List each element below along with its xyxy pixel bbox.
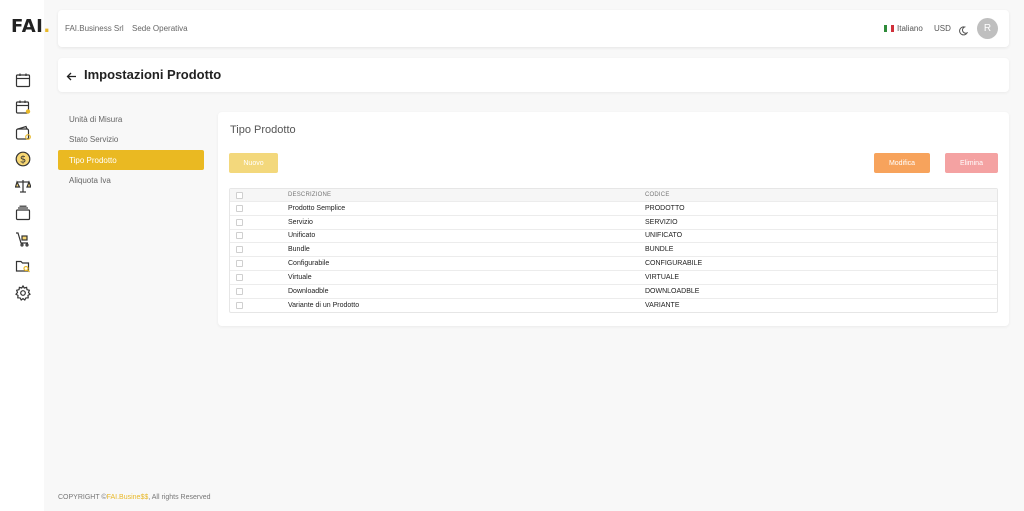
product-type-card: Tipo Prodotto Nuovo Modifica Elimina DES… xyxy=(218,112,1009,326)
language-selector[interactable]: Italiano xyxy=(884,24,923,33)
site-name[interactable]: Sede Operativa xyxy=(132,24,188,33)
table-row[interactable]: Bundle BUNDLE xyxy=(230,243,997,258)
cell-codice: SERVIZIO xyxy=(645,218,678,226)
settings-submenu: Unità di Misura Stato Servizio Tipo Prod… xyxy=(58,109,204,191)
moon-icon[interactable] xyxy=(958,23,969,36)
settings-icon[interactable] xyxy=(15,285,31,301)
product-type-table: DESCRIZIONE CODICE Prodotto Semplice PRO… xyxy=(229,188,998,314)
cell-codice: UNIFICATO xyxy=(645,232,683,240)
cell-codice: VARIANTE xyxy=(645,301,680,309)
cart-icon[interactable] xyxy=(15,231,31,247)
svg-text:$: $ xyxy=(20,155,26,166)
column-header-descrizione[interactable]: DESCRIZIONE xyxy=(288,192,645,198)
cell-descrizione: Downloadble xyxy=(288,287,329,295)
avatar[interactable]: R xyxy=(977,18,998,39)
cell-codice: VIRTUALE xyxy=(645,273,680,281)
scale-icon[interactable] xyxy=(15,178,31,194)
cell-descrizione: Variante di un Prodotto xyxy=(288,301,360,309)
sidebar-rail: FAI. $ xyxy=(0,0,50,511)
table-row[interactable]: Variante di un Prodotto VARIANTE xyxy=(230,299,997,313)
cell-codice: DOWNLOADBLE xyxy=(645,287,700,295)
row-checkbox[interactable] xyxy=(236,301,243,309)
submenu-item-unita-misura[interactable]: Unità di Misura xyxy=(58,109,204,129)
cell-descrizione: Servizio xyxy=(288,218,313,226)
cell-codice: BUNDLE xyxy=(645,246,674,254)
column-header-codice[interactable]: CODICE xyxy=(645,192,997,198)
table-row[interactable]: Prodotto Semplice PRODOTTO xyxy=(230,202,997,216)
footer-copyright: COPYRIGHT ©FAI.Busine$$, All rights Rese… xyxy=(58,494,211,501)
table-row[interactable]: Configurabile CONFIGURABILE xyxy=(230,257,997,271)
row-checkbox[interactable] xyxy=(236,273,243,281)
wallet-icon[interactable] xyxy=(15,125,31,141)
select-all-checkbox[interactable] xyxy=(236,191,243,199)
new-button[interactable]: Nuovo xyxy=(229,153,278,173)
table-row[interactable]: Unificato UNIFICATO xyxy=(230,230,997,244)
row-checkbox[interactable] xyxy=(236,246,243,254)
edit-button[interactable]: Modifica xyxy=(874,153,930,173)
top-bar: FAI.Business Srl Sede Operativa Italiano… xyxy=(58,10,1009,47)
submenu-item-stato-servizio[interactable]: Stato Servizio xyxy=(58,130,204,150)
row-checkbox[interactable] xyxy=(236,287,243,295)
table-row[interactable]: Virtuale VIRTUALE xyxy=(230,271,997,285)
calendar-user-icon[interactable] xyxy=(15,99,31,115)
table-row[interactable]: Downloadble DOWNLOADBLE xyxy=(230,285,997,299)
footer-brand-link[interactable]: FAI.Busine$$ xyxy=(107,494,149,501)
cell-descrizione: Unificato xyxy=(288,232,316,240)
app-logo[interactable]: FAI. xyxy=(11,16,51,37)
language-label: Italiano xyxy=(897,24,923,33)
row-checkbox[interactable] xyxy=(236,260,243,268)
back-arrow-icon[interactable] xyxy=(66,69,77,81)
cell-codice: CONFIGURABILE xyxy=(645,260,703,268)
delete-button[interactable]: Elimina xyxy=(945,153,998,173)
cell-descrizione: Bundle xyxy=(288,246,310,254)
row-checkbox[interactable] xyxy=(236,232,243,240)
dollar-icon[interactable]: $ xyxy=(15,151,31,167)
card-title: Tipo Prodotto xyxy=(230,124,296,136)
company-name[interactable]: FAI.Business Srl xyxy=(65,24,124,33)
table-row[interactable]: Servizio SERVIZIO xyxy=(230,216,997,230)
cell-descrizione: Virtuale xyxy=(288,273,312,281)
submenu-item-tipo-prodotto[interactable]: Tipo Prodotto xyxy=(58,150,204,170)
folder-search-icon[interactable] xyxy=(15,258,31,274)
layers-icon[interactable] xyxy=(15,205,31,221)
row-checkbox[interactable] xyxy=(236,218,243,226)
italy-flag-icon xyxy=(884,25,894,32)
page-title: Impostazioni Prodotto xyxy=(84,67,222,82)
cell-descrizione: Prodotto Semplice xyxy=(288,204,346,212)
cell-descrizione: Configurabile xyxy=(288,260,330,268)
submenu-item-aliquota-iva[interactable]: Aliquota Iva xyxy=(58,171,204,191)
calendar-icon[interactable] xyxy=(15,72,31,88)
cell-codice: PRODOTTO xyxy=(645,204,685,212)
table-header-row: DESCRIZIONE CODICE xyxy=(230,189,997,202)
currency-selector[interactable]: USD xyxy=(934,24,951,33)
row-checkbox[interactable] xyxy=(236,204,243,212)
page-header: Impostazioni Prodotto xyxy=(58,58,1009,92)
